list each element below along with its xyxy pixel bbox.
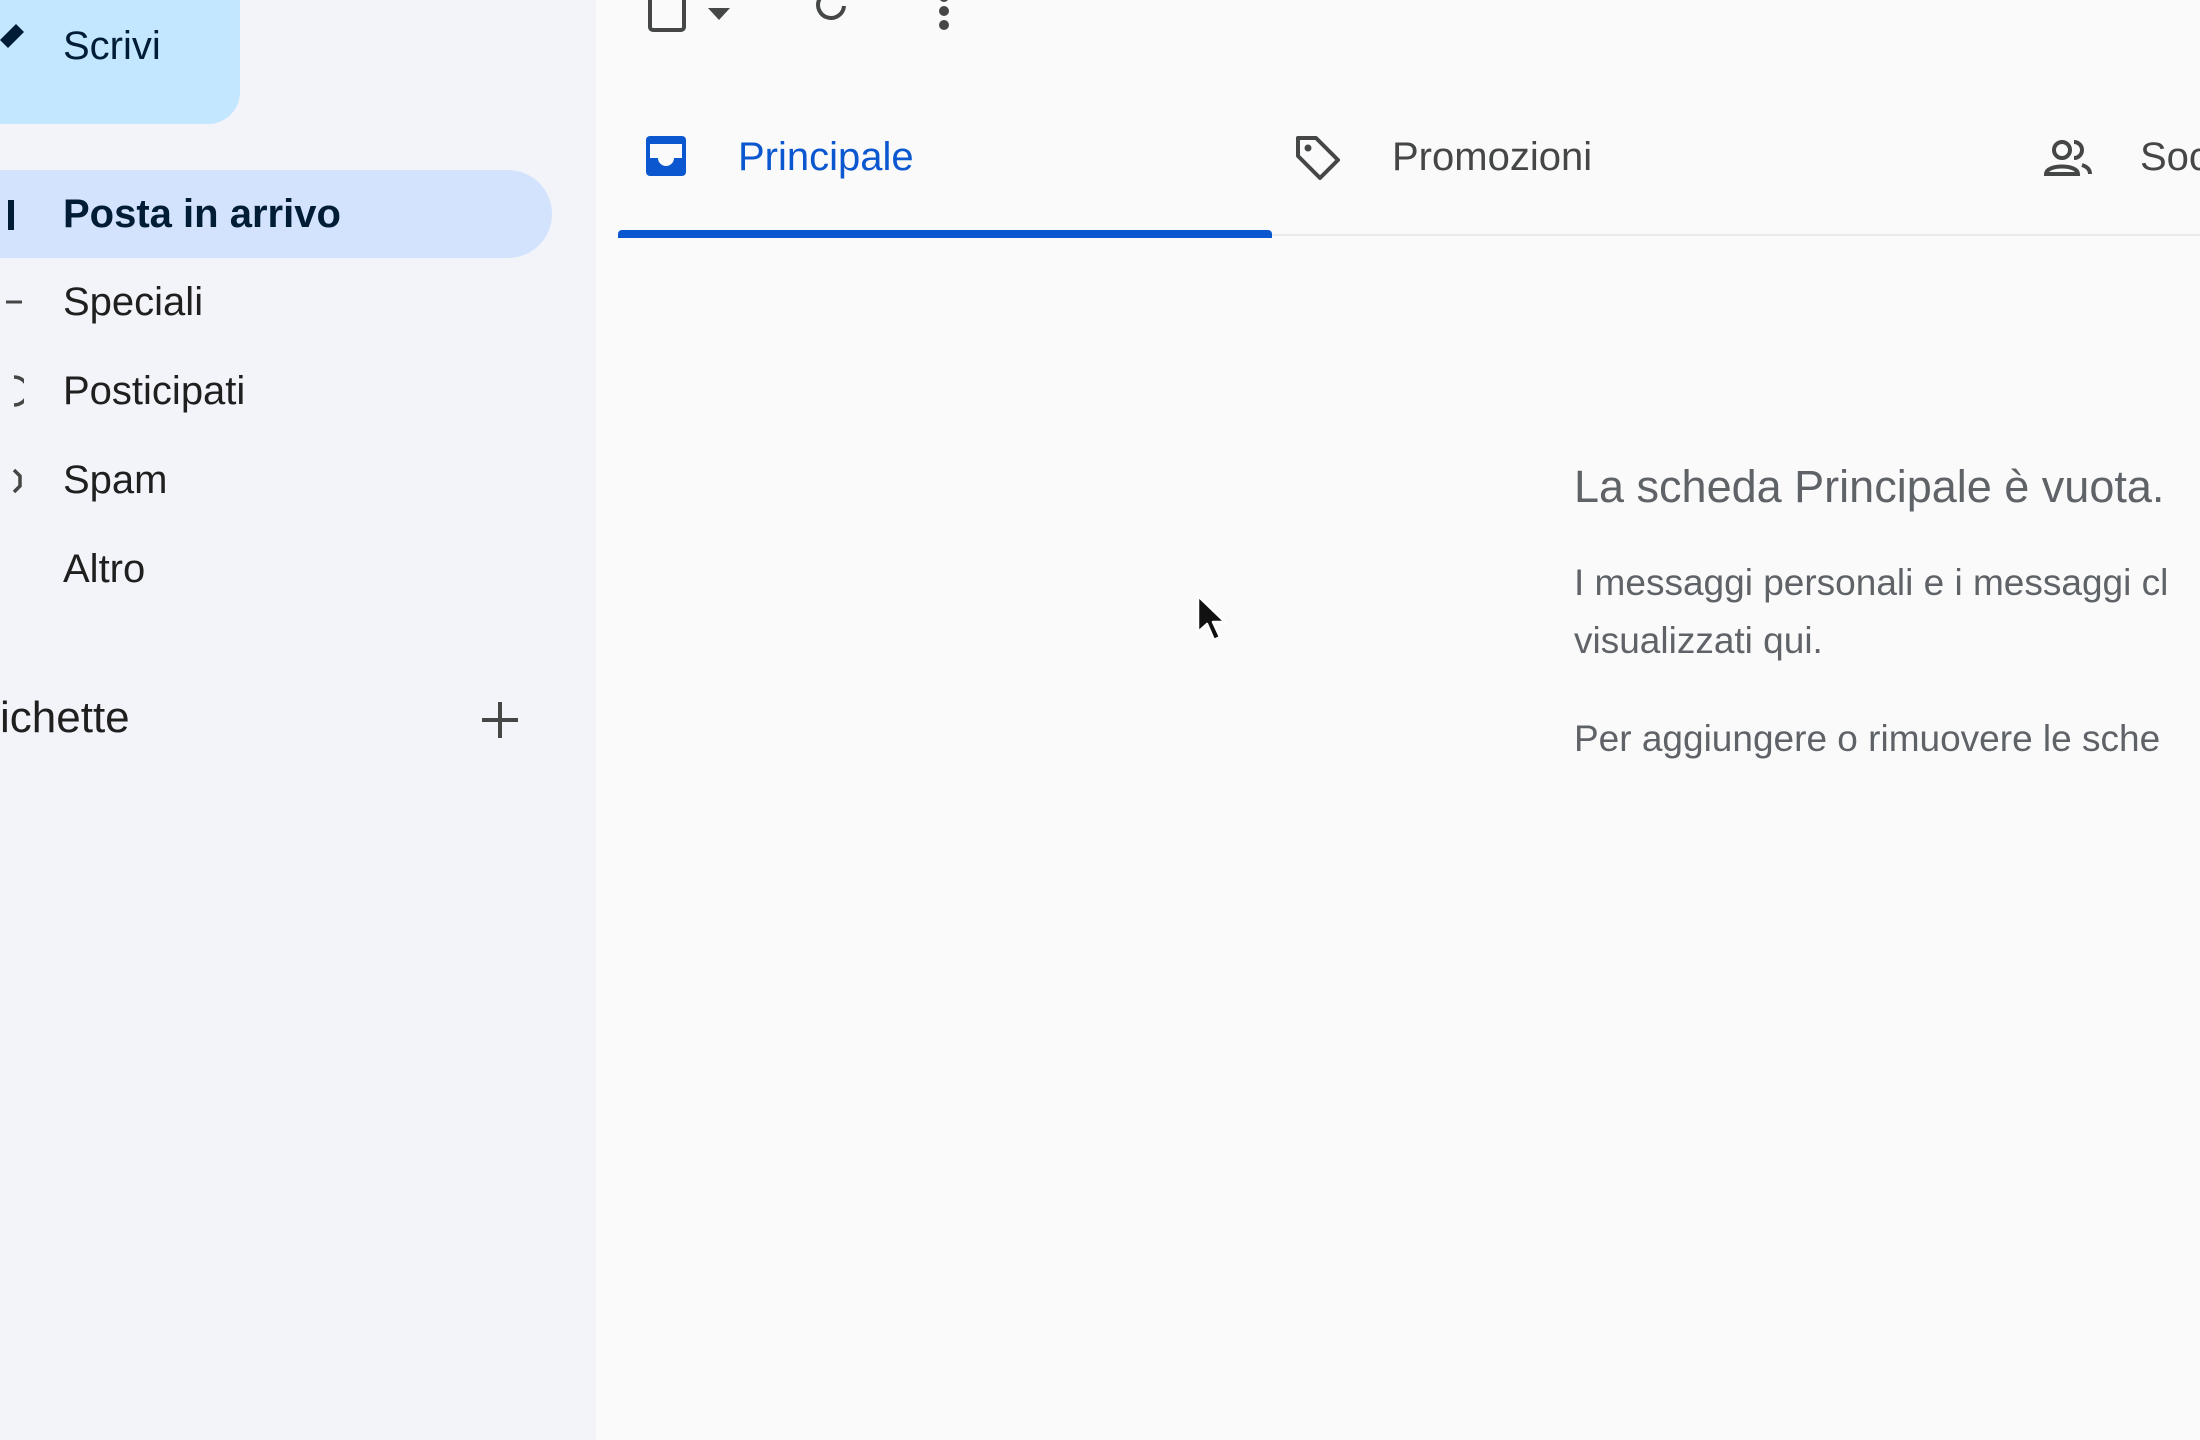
- empty-state-text: visualizzati qui.: [1574, 620, 1823, 661]
- select-checkbox[interactable]: [646, 0, 690, 36]
- tag-icon: [1296, 136, 1340, 180]
- sidebar-item-label: Posticipati: [63, 369, 246, 413]
- tab-primary[interactable]: Principale: [618, 100, 1272, 238]
- refresh-button[interactable]: [812, 0, 852, 32]
- main-content: Principale Promozioni Soc La scheda Prin…: [596, 0, 2200, 1440]
- tab-label: Soc: [2140, 135, 2200, 179]
- pencil-icon: [0, 24, 24, 48]
- compose-label: Scrivi: [63, 24, 161, 68]
- sidebar-item-label: Altro: [63, 547, 146, 591]
- sidebar: Scrivi Posta in arrivo Speciali Posticip…: [0, 0, 596, 1440]
- gmail-window: Scrivi Posta in arrivo Speciali Posticip…: [0, 0, 2200, 1440]
- active-tab-indicator: [618, 230, 1272, 238]
- refresh-icon: [816, 0, 846, 20]
- add-label-button[interactable]: [470, 690, 530, 750]
- sidebar-item-more[interactable]: Altro: [0, 525, 552, 613]
- clock-icon: [13, 375, 24, 407]
- sidebar-item-label: Spam: [63, 458, 168, 502]
- tab-label: Promozioni: [1392, 135, 1593, 179]
- empty-state-text: Per aggiungere o rimuovere le sche: [1574, 718, 2161, 759]
- inbox-tab-icon: [646, 136, 686, 176]
- star-icon: [6, 300, 22, 304]
- empty-state-title: La scheda Principale è vuota.: [1574, 461, 2165, 512]
- more-vert-icon: [939, 0, 949, 30]
- category-tabs: Principale Promozioni Soc: [618, 100, 2200, 238]
- checkbox-icon: [648, 0, 686, 32]
- sidebar-item-label: Posta in arrivo: [63, 192, 341, 236]
- plus-icon: [482, 702, 518, 738]
- more-options-button[interactable]: [936, 0, 952, 34]
- sidebar-item-inbox[interactable]: Posta in arrivo: [0, 170, 552, 258]
- sidebar-item-spam[interactable]: Spam: [0, 436, 552, 524]
- tab-promotions[interactable]: Promozioni: [1272, 100, 1972, 236]
- sidebar-item-snoozed[interactable]: Posticipati: [0, 347, 552, 435]
- chevron-down-icon: [0, 551, 24, 587]
- sidebar-item-starred[interactable]: Speciali: [0, 258, 552, 346]
- compose-button[interactable]: Scrivi: [0, 0, 240, 124]
- tab-social[interactable]: Soc: [2044, 100, 2200, 236]
- dropdown-arrow-icon: [708, 8, 730, 20]
- select-dropdown-button[interactable]: [706, 6, 732, 24]
- inbox-icon: [8, 200, 14, 230]
- labels-heading: ichette: [0, 693, 130, 742]
- tab-label: Principale: [738, 135, 914, 179]
- people-icon: [2044, 140, 2092, 176]
- empty-state-text: I messaggi personali e i messaggi cl: [1574, 562, 2169, 603]
- spam-icon: [12, 468, 22, 494]
- sidebar-item-label: Speciali: [63, 280, 204, 324]
